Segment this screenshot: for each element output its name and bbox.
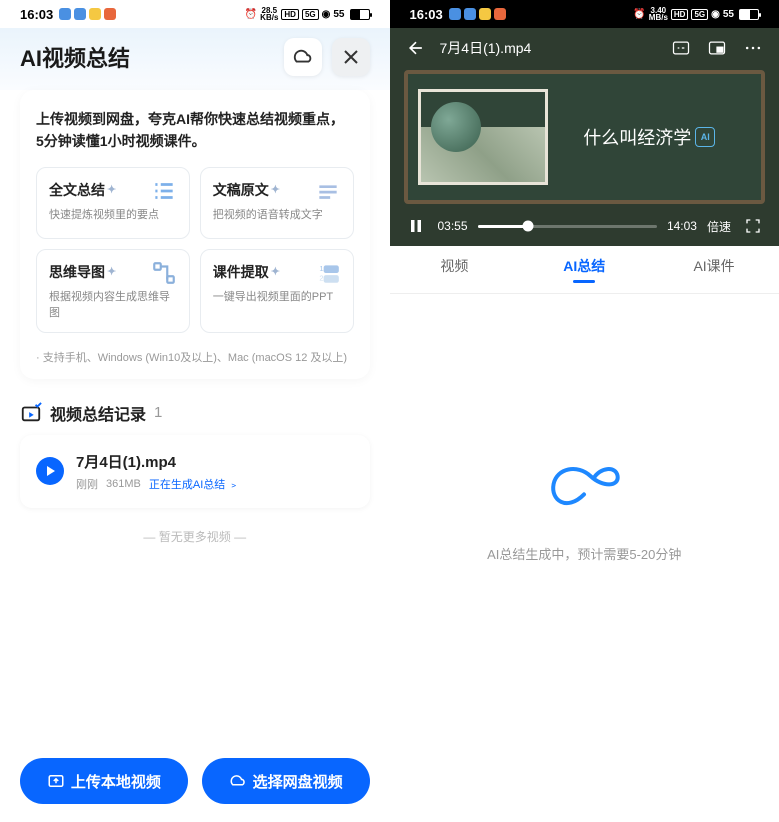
caption-button[interactable] [669, 36, 693, 60]
progress-bar[interactable] [478, 225, 657, 228]
pause-button[interactable] [404, 214, 428, 238]
status-bar: 16:03 ⏰ 28.5KB/s HD 5G ◉ 55 [0, 0, 390, 28]
app-indicators [59, 8, 116, 20]
tab-ai-summary[interactable]: AI总结 [519, 246, 649, 293]
phone-left: 16:03 ⏰ 28.5KB/s HD 5G ◉ 55 AI视频总结 上传视频到 [0, 0, 390, 822]
record-status: 正在生成AI总结 ﹥ [149, 476, 239, 492]
support-note: · 支持手机、Windows (Win10及以上)、Mac (macOS 12 … [36, 349, 354, 365]
records-title: 视频总结记录 [50, 401, 146, 425]
wifi-icon: ◉ [711, 9, 720, 20]
loading-area: AI总结生成中，预计需要5-20分钟 [390, 294, 779, 563]
feature-mindmap[interactable]: 思维导图✦ 根据视频内容生成思维导图 [36, 249, 190, 333]
status-bar: 16:03 ⏰ 3.40MB/s HD 5G ◉ 55 [390, 0, 779, 28]
video-thumbnail [418, 89, 548, 185]
ai-badge-icon: AI [695, 127, 715, 147]
page-title: AI视频总结 [20, 41, 274, 73]
intro-text: 上传视频到网盘，夸克AI帮你快速总结视频重点，5分钟读懂1小时视频课件。 [36, 108, 354, 153]
upload-local-button[interactable]: 上传本地视频 [20, 758, 188, 804]
records-count: 1 [154, 404, 162, 421]
signal-5g: 5G [691, 9, 708, 20]
video-player: 7月4日(1).mp4 什么叫经济学 AI 03:55 [390, 28, 779, 246]
records-header: 视频总结记录 1 [20, 401, 370, 425]
feature-transcript[interactable]: 文稿原文✦ 把视频的语音转成文字 [200, 167, 354, 239]
battery-icon [739, 9, 759, 20]
tab-video[interactable]: 视频 [390, 246, 520, 293]
record-item[interactable]: 7月4日(1).mp4 刚刚 361MB 正在生成AI总结 ﹥ [20, 435, 370, 508]
record-filename: 7月4日(1).mp4 [76, 451, 354, 472]
video-record-icon [20, 402, 42, 424]
cloud-sync-button[interactable] [284, 38, 322, 76]
app-indicators [449, 8, 506, 20]
svg-text:1.: 1. [319, 264, 325, 273]
battery-text: 55 [723, 9, 734, 20]
fullscreen-button[interactable] [741, 214, 765, 238]
close-button[interactable] [332, 38, 370, 76]
play-icon [36, 457, 64, 485]
network-rate: 28.5KB/s [260, 7, 278, 21]
total-time: 14:03 [667, 219, 697, 233]
signal-5g: 5G [302, 9, 319, 20]
intro-card: 上传视频到网盘，夸克AI帮你快速总结视频重点，5分钟读懂1小时视频课件。 全文总… [20, 90, 370, 379]
wifi-icon: ◉ [322, 9, 331, 20]
speed-button[interactable]: 倍速 [707, 218, 731, 235]
status-time: 16:03 [410, 7, 443, 22]
battery-icon [350, 9, 370, 20]
video-frame[interactable]: 什么叫经济学 AI [404, 70, 766, 204]
feature-full-summary[interactable]: 全文总结✦ 快速提炼视频里的要点 [36, 167, 190, 239]
battery-text: 55 [333, 9, 344, 20]
video-caption: 什么叫经济学 AI [548, 124, 752, 150]
slides-icon: 1.2. [315, 260, 341, 286]
mindmap-icon [151, 260, 177, 286]
network-rate: 3.40MB/s [649, 7, 668, 21]
loading-loop-icon [544, 454, 624, 514]
hd-badge: HD [281, 9, 299, 20]
alarm-icon: ⏰ [633, 9, 645, 20]
list-icon [151, 178, 177, 204]
loading-text: AI总结生成中，预计需要5-20分钟 [487, 544, 681, 563]
tab-ai-slides[interactable]: AI课件 [649, 246, 779, 293]
feature-slides[interactable]: 课件提取✦ 一键导出视频里面的PPT 1.2. [200, 249, 354, 333]
tabs: 视频 AI总结 AI课件 [390, 246, 779, 294]
phone-right: 16:03 ⏰ 3.40MB/s HD 5G ◉ 55 7月4日(1).mp4 [390, 0, 779, 822]
back-button[interactable] [404, 36, 428, 60]
page-header: AI视频总结 [0, 28, 390, 90]
svg-text:2.: 2. [319, 273, 325, 282]
video-title: 7月4日(1).mp4 [440, 38, 658, 58]
more-button[interactable] [741, 36, 765, 60]
hd-badge: HD [671, 9, 689, 20]
alarm-icon: ⏰ [245, 9, 257, 20]
select-cloud-button[interactable]: 选择网盘视频 [202, 758, 370, 804]
pip-button[interactable] [705, 36, 729, 60]
no-more-text: — 暂无更多视频 — [0, 528, 390, 545]
current-time: 03:55 [438, 219, 468, 233]
status-time: 16:03 [20, 7, 53, 22]
quote-lines-icon [315, 178, 341, 204]
record-meta: 刚刚 361MB 正在生成AI总结 ﹥ [76, 476, 354, 492]
